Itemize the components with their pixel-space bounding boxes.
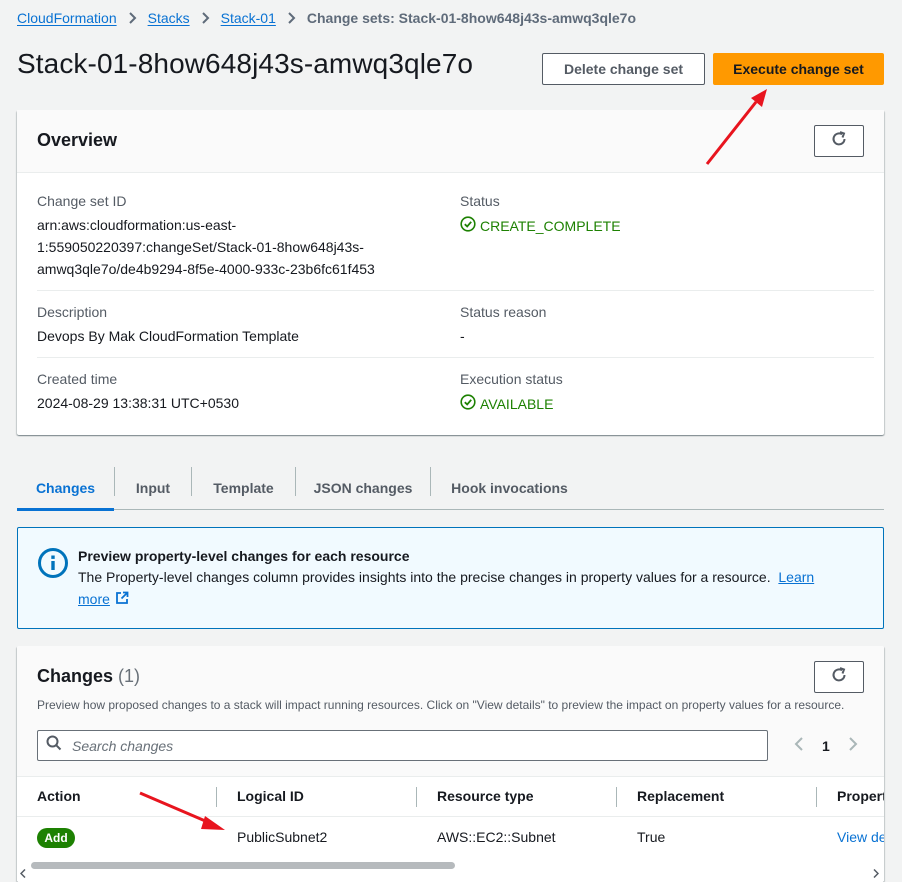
column-divider[interactable] <box>816 787 817 807</box>
created-time-label: Created time <box>37 371 118 387</box>
changes-description: Preview how proposed changes to a stack … <box>37 698 845 712</box>
change-set-id-line: amwq3qle7o/de4b9294-8f5e-4000-933c-23b6f… <box>37 261 375 277</box>
search-input[interactable] <box>37 730 768 761</box>
tab-input[interactable]: Input <box>115 466 191 510</box>
status-label: Status <box>460 193 500 209</box>
column-header-resource-type[interactable]: Resource type <box>437 788 533 804</box>
description-label: Description <box>37 304 108 320</box>
replacement-cell: True <box>637 829 666 845</box>
alert-title: Preview property-level changes for each … <box>78 548 410 564</box>
chevron-right-icon <box>201 12 210 24</box>
search-field[interactable] <box>72 737 722 754</box>
chevron-left-icon[interactable] <box>794 736 804 755</box>
execute-change-set-button[interactable]: Execute change set <box>713 53 884 85</box>
changes-title: Changes (1) <box>37 666 140 687</box>
table-top-border <box>17 776 884 777</box>
tab-list: Changes Input Template JSON changes Hook… <box>17 466 884 511</box>
alert-content: Preview property-level changes for each … <box>78 548 858 611</box>
chevron-right-icon[interactable] <box>848 736 858 755</box>
chevron-right-icon <box>873 865 880 882</box>
execution-status-label: Execution status <box>460 371 563 387</box>
execution-status-text: AVAILABLE <box>480 395 554 412</box>
info-alert: Preview property-level changes for each … <box>17 527 884 629</box>
status-reason-value: - <box>460 328 465 344</box>
tab-template[interactable]: Template <box>192 466 295 510</box>
changes-refresh-button[interactable] <box>814 661 864 693</box>
view-details-link[interactable]: View de <box>837 829 884 845</box>
status-reason-label: Status reason <box>460 304 547 320</box>
change-set-id-line: 1:559050220397:changeSet/Stack-01-8how64… <box>37 239 364 255</box>
page-title: Stack-01-8how648j43s-amwq3qle7o <box>17 48 474 79</box>
changes-container: Changes (1) Preview how proposed changes… <box>17 646 884 882</box>
overview-header: Overview <box>17 110 884 173</box>
breadcrumb-stack-01[interactable]: Stack-01 <box>221 10 276 26</box>
table-header-border <box>17 816 884 817</box>
column-divider[interactable] <box>416 787 417 807</box>
execution-status-value: AVAILABLE <box>460 394 553 413</box>
breadcrumb: CloudFormation Stacks Stack-01 Change se… <box>17 8 636 28</box>
change-set-id-value: arn:aws:cloudformation:us-east- 1:559050… <box>37 214 375 280</box>
column-header-action[interactable]: Action <box>37 788 81 804</box>
alert-text: The Property-level changes column provid… <box>78 566 858 611</box>
change-set-id-label: Change set ID <box>37 193 127 209</box>
overview-container: Overview Change set ID arn:aws:cloudform… <box>17 110 884 435</box>
status-value: CREATE_COMPLETE <box>460 216 621 235</box>
column-divider[interactable] <box>616 787 617 807</box>
breadcrumb-cloudformation[interactable]: CloudFormation <box>17 10 117 26</box>
alert-message: The Property-level changes column provid… <box>78 569 771 585</box>
resource-type-cell: AWS::EC2::Subnet <box>437 829 556 845</box>
overview-refresh-button[interactable] <box>814 125 864 157</box>
external-link-icon <box>115 589 129 611</box>
divider <box>37 290 874 291</box>
changes-title-text: Changes <box>37 666 114 686</box>
divider <box>37 357 874 358</box>
column-divider[interactable] <box>216 787 217 807</box>
status-text: CREATE_COMPLETE <box>480 217 621 234</box>
info-icon <box>37 547 69 584</box>
success-check-icon <box>460 216 476 235</box>
breadcrumb-stacks[interactable]: Stacks <box>148 10 190 26</box>
change-set-id-line: arn:aws:cloudformation:us-east- <box>37 217 237 233</box>
page-number[interactable]: 1 <box>822 738 830 754</box>
refresh-icon <box>830 130 848 153</box>
action-badge: Add <box>37 828 75 848</box>
created-time-value: 2024-08-29 13:38:31 UTC+0530 <box>37 395 239 411</box>
chevron-right-icon <box>128 12 137 24</box>
tab-json-changes[interactable]: JSON changes <box>296 466 430 510</box>
scrollbar-thumb[interactable] <box>31 862 455 869</box>
logical-id-cell: PublicSubnet2 <box>237 829 328 845</box>
learn-more-link[interactable]: more <box>78 591 110 607</box>
search-icon <box>46 735 62 756</box>
refresh-icon <box>830 666 848 689</box>
changes-count: (1) <box>118 666 141 686</box>
tab-hook-invocations[interactable]: Hook invocations <box>431 466 588 510</box>
chevron-right-icon <box>287 12 296 24</box>
description-value: Devops By Mak CloudFormation Template <box>37 328 299 344</box>
column-header-replacement[interactable]: Replacement <box>637 788 724 804</box>
horizontal-scrollbar[interactable] <box>17 858 884 882</box>
chevron-left-icon <box>19 865 26 882</box>
pagination: 1 <box>794 736 858 755</box>
learn-more-link[interactable]: Learn <box>778 569 814 585</box>
tab-changes[interactable]: Changes <box>17 466 114 511</box>
column-header-property-changes[interactable]: Propert <box>837 788 884 804</box>
column-header-logical-id[interactable]: Logical ID <box>237 788 304 804</box>
success-check-icon <box>460 394 476 413</box>
breadcrumb-current: Change sets: Stack-01-8how648j43s-amwq3q… <box>306 10 637 26</box>
delete-change-set-button[interactable]: Delete change set <box>542 53 705 85</box>
overview-title: Overview <box>37 130 118 150</box>
